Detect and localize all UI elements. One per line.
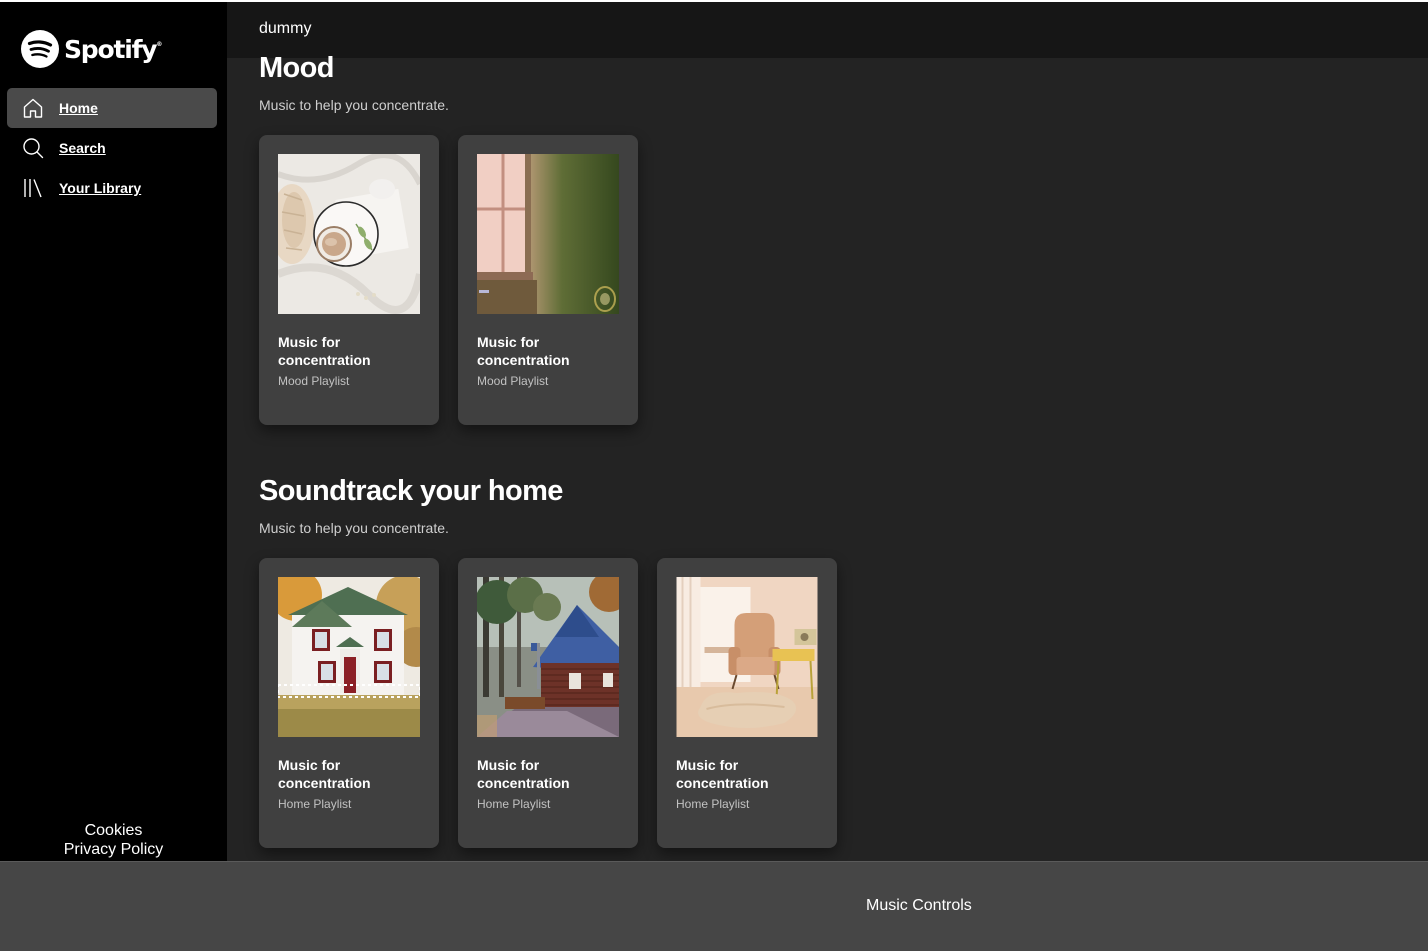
playlist-card[interactable]: Music for concentration Mood Playlist: [259, 135, 439, 425]
sidebar-item-your-library[interactable]: Your Library: [7, 168, 217, 208]
playlist-card[interactable]: Music for concentration Home Playlist: [657, 558, 837, 848]
privacy-policy-link[interactable]: Privacy Policy: [0, 841, 227, 859]
cookies-link[interactable]: Cookies: [0, 822, 227, 840]
card-subtitle: Mood Playlist: [477, 374, 549, 388]
card-subtitle: Home Playlist: [676, 797, 750, 811]
spotify-logo-icon: [21, 30, 59, 68]
log-cabin-image: [477, 577, 619, 737]
username-label[interactable]: dummy: [259, 20, 311, 38]
section-subtitle: Music to help you concentrate.: [259, 97, 449, 113]
sidebar-item-label: Your Library: [59, 180, 142, 196]
playlist-card[interactable]: Music for concentration Home Playlist: [259, 558, 439, 848]
section-title-soundtrack-your-home: Soundtrack your home: [259, 475, 563, 507]
card-title: Music for concentration: [477, 334, 570, 368]
main-content[interactable]: dummy Mood Music to help you concentrate…: [227, 2, 1428, 861]
window-light-image: [477, 154, 619, 314]
music-controls-label: Music Controls: [866, 897, 972, 914]
card-subtitle: Mood Playlist: [278, 374, 350, 388]
playlist-card[interactable]: Music for concentration Home Playlist: [458, 558, 638, 848]
sidebar: Spotify® Home Search Your Library Cookie…: [0, 2, 227, 861]
spotify-wordmark: Spotify®: [64, 34, 163, 64]
library-icon: [21, 176, 45, 200]
card-title: Music for concentration: [477, 757, 570, 791]
white-house-image: [278, 577, 420, 737]
sidebar-item-label: Home: [59, 100, 98, 116]
sidebar-item-search[interactable]: Search: [7, 128, 217, 168]
card-title: Music for concentration: [278, 334, 371, 368]
top-header: dummy: [227, 2, 1428, 58]
coffee-on-bed-image: [278, 154, 420, 314]
armchair-room-image: [676, 577, 818, 737]
spotify-logo[interactable]: Spotify®: [21, 29, 162, 69]
card-subtitle: Home Playlist: [477, 797, 551, 811]
search-icon: [21, 136, 45, 160]
sidebar-item-label: Search: [59, 140, 106, 156]
section-subtitle: Music to help you concentrate.: [259, 520, 449, 536]
section-title-mood: Mood: [259, 52, 335, 84]
music-controls-bar[interactable]: Music Controls: [0, 861, 1428, 951]
card-title: Music for concentration: [278, 757, 371, 791]
playlist-card[interactable]: Music for concentration Mood Playlist: [458, 135, 638, 425]
card-title: Music for concentration: [676, 757, 769, 791]
home-icon: [21, 96, 45, 120]
sidebar-item-home[interactable]: Home: [7, 88, 217, 128]
card-subtitle: Home Playlist: [278, 797, 352, 811]
